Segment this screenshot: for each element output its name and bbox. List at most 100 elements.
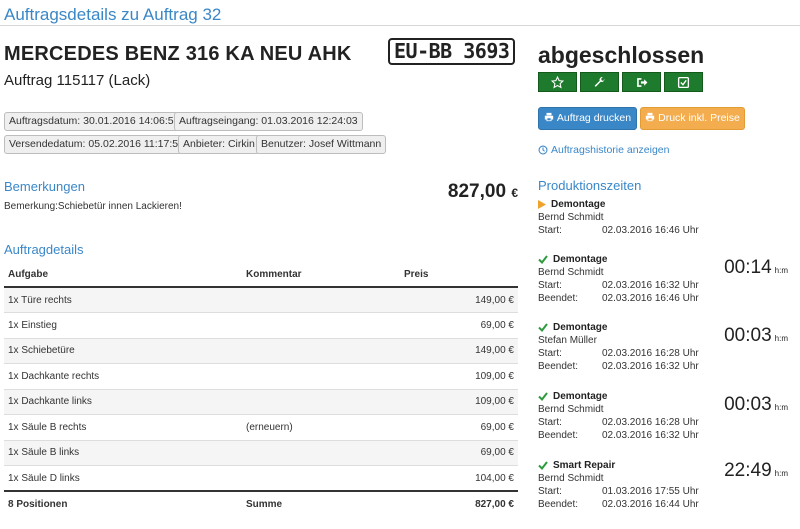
table-row: 1x Türe rechts 149,00 € — [4, 286, 518, 313]
comment-cell — [242, 388, 400, 415]
clock-icon — [538, 145, 548, 155]
order-total-value: 827,00 — [447, 181, 507, 202]
print-order-button[interactable]: Auftrag drucken — [538, 107, 637, 130]
favorite-button[interactable] — [538, 72, 577, 92]
production-entry: Demontage Bernd Schmidt Start: 02.03.2016… — [538, 198, 788, 237]
production-start: 02.03.2016 16:32 Uhr — [602, 280, 699, 291]
comment-cell — [242, 337, 400, 364]
production-task: Demontage — [553, 322, 608, 333]
order-total-currency: € — [511, 186, 518, 200]
license-plate: EU-BB 3693 — [388, 38, 516, 65]
production-end: 02.03.2016 16:44 Uhr — [602, 499, 699, 510]
order-subtitle: Auftrag 115117 (Lack) — [4, 72, 151, 89]
production-duration: 00:14 h:m — [724, 257, 788, 279]
production-task: Demontage — [551, 199, 606, 210]
header-comment: Kommentar — [242, 262, 400, 288]
production-end: 02.03.2016 16:46 Uhr — [602, 293, 699, 304]
page-title: Auftragsdetails zu Auftrag 32 — [4, 5, 222, 24]
duration-value: 22:49 — [724, 460, 772, 481]
end-label: Beendet: — [538, 293, 579, 304]
duration-value: 00:03 — [724, 394, 772, 415]
task-cell: 1x Türe rechts — [4, 286, 242, 313]
table-row: 1x Einstieg 69,00 € — [4, 312, 518, 338]
table-row: 1x Dachkante rechts 109,00 € — [4, 363, 518, 389]
end-label: Beendet: — [538, 430, 579, 441]
order-total: 827,00 € — [448, 181, 518, 203]
price-cell: 69,00 € — [400, 312, 518, 338]
badge-shipping-date: Versendedatum: 05.02.2016 11:17:59 — [4, 135, 189, 154]
production-duration: 00:03 h:m — [724, 394, 788, 416]
wrench-icon — [594, 76, 605, 87]
check-icon — [538, 255, 548, 264]
production-task: Demontage — [553, 254, 608, 265]
table-header-row: Aufgabe Kommentar Preis — [4, 262, 518, 288]
duration-value: 00:14 — [724, 257, 772, 278]
order-status: abgeschlossen — [538, 42, 705, 68]
price-cell: 149,00 € — [400, 337, 518, 364]
duration-unit: h:m — [774, 403, 788, 412]
table-row: 1x Säule D links 104,00 € — [4, 465, 518, 491]
start-label: Start: — [538, 486, 562, 497]
complete-button[interactable] — [664, 72, 703, 92]
comment-cell — [242, 286, 400, 313]
dispatch-button[interactable] — [622, 72, 661, 92]
task-cell: 1x Säule B links — [4, 439, 242, 466]
sum-value: 827,00 € — [400, 490, 518, 517]
production-entry: Demontage Stefan Müller Start: 02.03.2016… — [538, 321, 788, 373]
price-cell: 104,00 € — [400, 465, 518, 491]
order-history-label: Auftragshistorie anzeigen — [551, 144, 670, 156]
print-with-prices-label: Druck inkl. Preise — [658, 112, 740, 124]
production-person: Bernd Schmidt — [538, 212, 604, 223]
table-row: 1x Dachkante links 109,00 € — [4, 388, 518, 415]
printer-icon — [645, 112, 655, 122]
price-cell: 109,00 € — [400, 388, 518, 415]
production-entry: Demontage Bernd Schmidt Start: 02.03.2016… — [538, 390, 788, 442]
task-cell: 1x Dachkante links — [4, 388, 242, 415]
play-icon — [538, 200, 546, 209]
badge-user: Benutzer: Josef Wittmann — [256, 135, 387, 154]
production-entry: Demontage Bernd Schmidt Start: 02.03.2016… — [538, 253, 788, 305]
print-with-prices-button[interactable]: Druck inkl. Preise — [640, 107, 745, 130]
task-cell: 1x Einstieg — [4, 312, 242, 338]
badge-order-date: Auftragsdatum: 30.01.2016 14:06:51 — [4, 112, 185, 131]
production-start: 02.03.2016 16:28 Uhr — [602, 348, 699, 359]
badge-order-received: Auftragseingang: 01.03.2016 12:24:03 — [174, 112, 363, 131]
production-entry: Smart Repair Bernd Schmidt Start: 01.03.2… — [538, 459, 788, 511]
task-table: Aufgabe Kommentar Preis 1x Türe rechts 14… — [4, 262, 518, 517]
comment-cell: (erneuern) — [242, 414, 400, 440]
price-cell: 149,00 € — [400, 286, 518, 313]
vehicle-name: MERCEDES BENZ 316 KA NEU AHK — [4, 43, 352, 65]
task-cell: 1x Schiebetüre — [4, 337, 242, 364]
task-details-title: Auftragdetails — [4, 242, 84, 257]
check-icon — [538, 461, 548, 470]
production-start: 02.03.2016 16:46 Uhr — [602, 225, 699, 236]
production-task: Smart Repair — [553, 460, 616, 471]
duration-unit: h:m — [774, 266, 788, 275]
task-cell: 1x Säule B rechts — [4, 414, 242, 440]
production-start: 01.03.2016 17:55 Uhr — [602, 486, 699, 497]
duration-unit: h:m — [774, 469, 788, 478]
start-label: Start: — [538, 225, 562, 236]
check-icon — [538, 323, 548, 332]
production-task: Demontage — [553, 391, 608, 402]
comment-cell — [242, 312, 400, 338]
repair-button[interactable] — [580, 72, 619, 92]
table-row: 1x Schiebetüre 149,00 € — [4, 337, 518, 364]
check-square-icon — [677, 76, 690, 88]
position-count: 8 Positionen — [4, 490, 242, 517]
end-label: Beendet: — [538, 361, 579, 372]
check-icon — [538, 392, 548, 401]
price-cell: 69,00 € — [400, 414, 518, 440]
production-duration: 22:49 h:m — [724, 460, 788, 482]
comment-cell — [242, 363, 400, 389]
production-duration: 00:03 h:m — [724, 325, 788, 347]
printer-icon — [544, 112, 554, 122]
table-footer-row: 8 Positionen Summe 827,00 € — [4, 490, 518, 517]
price-cell: 109,00 € — [400, 363, 518, 389]
production-end: 02.03.2016 16:32 Uhr — [602, 430, 699, 441]
header-task: Aufgabe — [4, 262, 242, 288]
order-history-link[interactable]: Auftragshistorie anzeigen — [538, 144, 670, 156]
print-order-label: Auftrag drucken — [556, 112, 632, 124]
duration-value: 00:03 — [724, 325, 772, 346]
sum-label: Summe — [242, 490, 400, 517]
